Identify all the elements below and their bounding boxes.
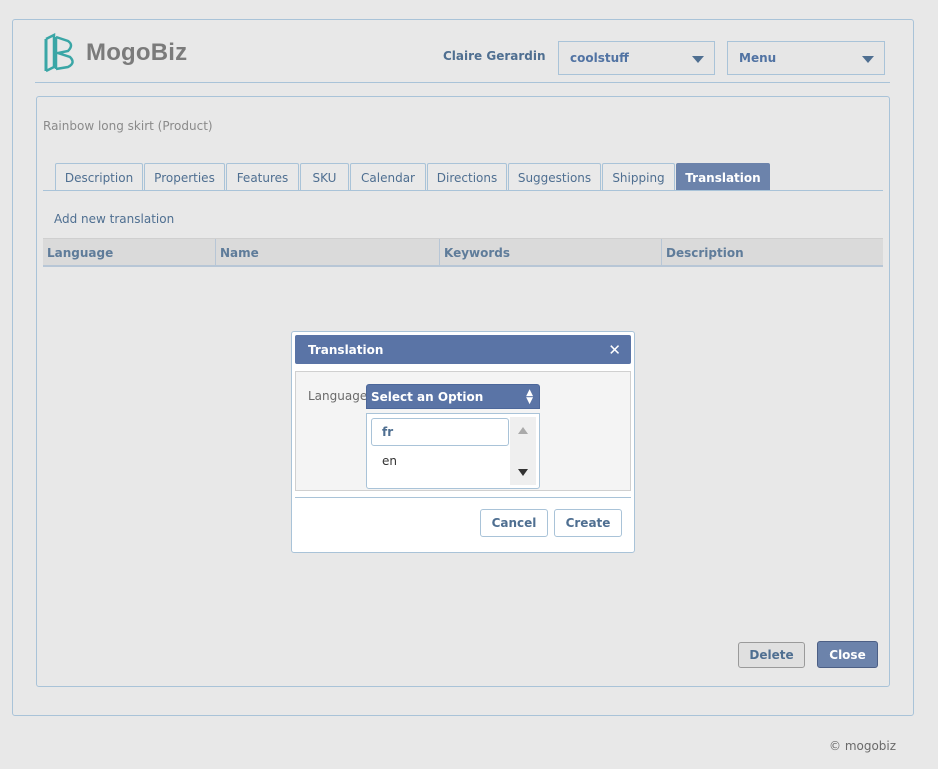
menu-select-value: Menu bbox=[739, 51, 777, 65]
translation-dialog: Translation ✕ Language Select an Option … bbox=[291, 331, 635, 553]
tab-description[interactable]: Description bbox=[55, 163, 143, 191]
tabs-divider bbox=[43, 190, 883, 191]
store-select[interactable]: coolstuff bbox=[558, 41, 715, 75]
language-option-en[interactable]: en bbox=[382, 454, 397, 468]
language-select-value: Select an Option bbox=[371, 389, 484, 404]
tab-directions[interactable]: Directions bbox=[427, 163, 507, 191]
chevron-down-icon bbox=[862, 56, 874, 63]
language-label: Language bbox=[308, 389, 368, 403]
tab-shipping[interactable]: Shipping bbox=[602, 163, 675, 191]
dialog-title: Translation bbox=[308, 342, 384, 357]
tab-suggestions[interactable]: Suggestions bbox=[508, 163, 601, 191]
tab-translation[interactable]: Translation bbox=[676, 163, 770, 191]
language-dropdown: en bbox=[366, 413, 540, 489]
cancel-button[interactable]: Cancel bbox=[480, 509, 548, 537]
footer-copyright: © mogobiz bbox=[829, 739, 897, 753]
tab-sku[interactable]: SKU bbox=[300, 163, 349, 191]
translation-table-header: Language Name Keywords Description bbox=[43, 238, 883, 267]
dropdown-scrollbar[interactable] bbox=[510, 417, 536, 485]
tab-label: Properties bbox=[154, 170, 215, 185]
column-header-keywords[interactable]: Keywords bbox=[439, 239, 661, 266]
add-new-translation-link[interactable]: Add new translation bbox=[54, 212, 174, 226]
tab-label: Translation bbox=[685, 170, 761, 185]
language-select[interactable]: Select an Option ▲ ▼ bbox=[366, 384, 540, 409]
delete-button[interactable]: Delete bbox=[738, 642, 805, 668]
tab-label: Shipping bbox=[612, 170, 665, 185]
store-select-value: coolstuff bbox=[570, 51, 629, 65]
dialog-divider bbox=[295, 497, 631, 498]
tab-label: Calendar bbox=[361, 170, 415, 185]
dialog-titlebar: Translation ✕ bbox=[295, 335, 631, 364]
logo: MogoBiz bbox=[42, 33, 187, 73]
column-header-language[interactable]: Language bbox=[43, 239, 215, 266]
mogobiz-logo-icon bbox=[44, 33, 74, 73]
column-header-description[interactable]: Description bbox=[661, 239, 883, 266]
dialog-body: Language Select an Option ▲▼ en bbox=[295, 371, 631, 491]
tab-features[interactable]: Features bbox=[226, 163, 299, 191]
tab-calendar[interactable]: Calendar bbox=[350, 163, 426, 191]
user-name[interactable]: Claire Gerardin bbox=[443, 49, 546, 63]
sort-caret-icon: ▲ ▼ bbox=[526, 388, 533, 406]
create-button[interactable]: Create bbox=[554, 509, 622, 537]
scroll-down-icon[interactable] bbox=[518, 469, 528, 476]
close-button[interactable]: Close bbox=[817, 641, 878, 668]
tab-label: Directions bbox=[436, 170, 498, 185]
scroll-up-icon[interactable] bbox=[518, 427, 528, 434]
product-title: Rainbow long skirt (Product) bbox=[43, 119, 213, 133]
header-divider bbox=[35, 82, 890, 83]
chevron-down-icon bbox=[692, 56, 704, 63]
brand-name: MogoBiz bbox=[86, 39, 188, 66]
tab-label: Description bbox=[64, 170, 134, 185]
tab-label: Suggestions bbox=[517, 170, 592, 185]
tab-label: SKU bbox=[312, 170, 337, 185]
menu-select[interactable]: Menu bbox=[727, 41, 885, 75]
column-header-name[interactable]: Name bbox=[215, 239, 439, 266]
tab-properties[interactable]: Properties bbox=[144, 163, 225, 191]
language-search-input[interactable] bbox=[371, 418, 509, 446]
tab-label: Features bbox=[236, 170, 289, 185]
close-icon[interactable]: ✕ bbox=[608, 341, 621, 359]
